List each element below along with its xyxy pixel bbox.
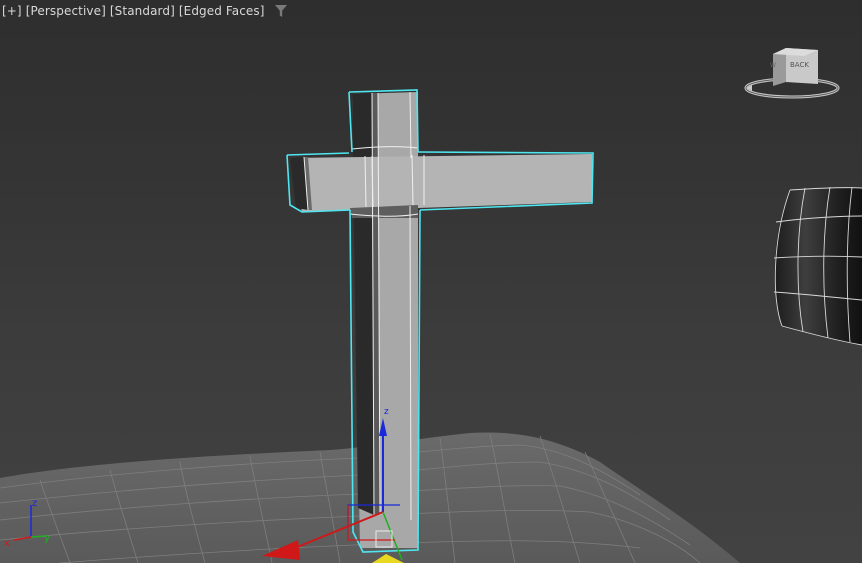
viewcube-side-label: W [770,62,776,69]
axis-x-label: x [4,538,10,549]
viewport-display-menu[interactable]: [Edged Faces] [179,4,265,18]
viewport-point-of-view-menu[interactable]: [Perspective] [26,4,106,18]
viewcube-face-label: BACK [790,61,809,69]
viewport-shading-menu[interactable]: [Standard] [110,4,175,18]
viewcube-graphic [744,48,840,99]
scene-canvas[interactable]: z z x y [0,0,862,563]
axis-y-label: y [44,533,50,544]
viewport-general-menu[interactable]: [+] [2,4,22,18]
viewport-label-menu: [+] [Perspective] [Standard] [Edged Face… [2,4,287,18]
perspective-viewport[interactable]: [+] [Perspective] [Standard] [Edged Face… [0,0,862,563]
viewcube[interactable]: W BACK [742,40,842,104]
cylinder-object[interactable] [773,186,862,346]
axis-z-label: z [32,498,37,509]
filter-icon[interactable] [274,5,287,17]
gizmo-z-label: z [384,407,389,417]
